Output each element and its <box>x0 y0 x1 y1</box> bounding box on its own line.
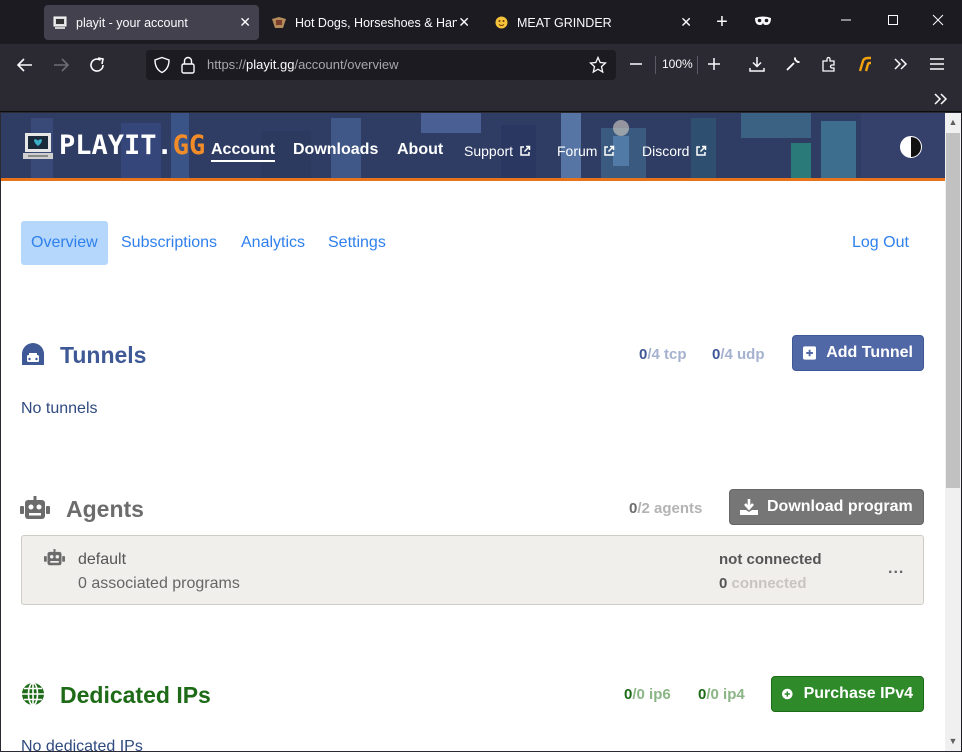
navigation-toolbar: https://playit.gg/account/overview 100% <box>0 44 962 86</box>
divider <box>697 56 698 74</box>
private-mask-icon[interactable] <box>752 12 774 32</box>
site-header: PLAYIT.GG Account Downloads About Suppor… <box>1 113 945 181</box>
download-icon <box>740 499 758 515</box>
emoji-favicon-icon <box>493 15 509 31</box>
extension-addon-icon[interactable] <box>856 55 874 73</box>
tab-meat-grinder[interactable]: MEAT GRINDER ✕ <box>485 5 700 40</box>
tab-analytics[interactable]: Analytics <box>241 221 305 265</box>
tab-hotdogs[interactable]: Hot Dogs, Horseshoes & Hand ✕ <box>263 5 478 40</box>
agents-title: Agents <box>66 496 144 522</box>
globe-icon <box>22 682 44 706</box>
bookmarks-toolbar <box>0 86 962 112</box>
zoom-in-icon[interactable] <box>707 57 721 71</box>
scroll-down-icon[interactable]: ▼ <box>945 736 961 746</box>
no-tunnels-text: No tunnels <box>21 400 98 417</box>
purchase-ipv4-button[interactable]: Purchase IPv4 <box>771 676 924 712</box>
logout-link[interactable]: Log Out <box>852 221 909 265</box>
robot-icon <box>20 496 50 519</box>
agent-card[interactable]: default 0 associated programs not connec… <box>21 535 924 605</box>
nav-forum[interactable]: Forum <box>557 143 615 159</box>
tunnel-icon <box>22 343 44 365</box>
agent-connected: 0 connected <box>719 575 807 592</box>
forward-icon[interactable] <box>52 56 70 74</box>
nav-downloads[interactable]: Downloads <box>293 141 378 159</box>
url-text: https://playit.gg/account/overview <box>207 57 399 72</box>
add-tunnel-button[interactable]: Add Tunnel <box>792 335 924 371</box>
tcp-count: 0/4 tcp <box>639 346 687 363</box>
udp-count: 0/4 udp <box>712 346 765 363</box>
external-link-icon <box>520 145 531 156</box>
tab-title: MEAT GRINDER <box>517 15 612 30</box>
downloads-icon[interactable] <box>748 55 766 73</box>
nav-about[interactable]: About <box>397 141 443 159</box>
tab-playit[interactable]: playit - your account ✕ <box>44 5 259 40</box>
hamburger-menu-icon[interactable] <box>928 55 946 73</box>
tab-settings[interactable]: Settings <box>328 221 386 265</box>
zoom-out-icon[interactable] <box>629 57 643 71</box>
playit-logo-icon <box>23 132 53 159</box>
tunnels-title: Tunnels <box>60 342 147 368</box>
download-program-button[interactable]: Download program <box>729 489 924 525</box>
scroll-thumb[interactable] <box>946 133 960 488</box>
ip6-count: 0/0 ip6 <box>624 686 671 703</box>
page-content: PLAYIT.GG Account Downloads About Suppor… <box>1 113 945 751</box>
plus-circle-icon <box>782 688 793 700</box>
more-options-icon[interactable]: ... <box>888 560 904 578</box>
external-link-icon <box>604 145 615 156</box>
bookmark-star-icon[interactable] <box>589 56 607 74</box>
address-bar[interactable]: https://playit.gg/account/overview <box>146 50 616 80</box>
external-link-icon <box>696 145 707 156</box>
minimize-icon[interactable] <box>838 12 854 32</box>
page-favicon-icon <box>271 15 287 31</box>
close-tab-icon[interactable]: ✕ <box>458 14 470 30</box>
robot-icon <box>44 549 65 566</box>
wrench-icon[interactable] <box>784 55 802 73</box>
agent-status: not connected <box>719 551 822 568</box>
nav-account[interactable]: Account <box>211 141 275 162</box>
nav-support-label: Support <box>464 143 514 159</box>
tab-overview[interactable]: Overview <box>21 221 108 265</box>
divider <box>655 56 656 74</box>
nav-forum-label: Forum <box>557 143 598 159</box>
lock-icon[interactable] <box>180 56 196 74</box>
tab-title: playit - your account <box>76 15 188 30</box>
agent-programs: 0 associated programs <box>78 575 240 592</box>
brand-wordmark: PLAYIT.GG <box>59 130 206 161</box>
dedicated-ips-title: Dedicated IPs <box>60 682 211 708</box>
tab-bar: playit - your account ✕ Hot Dogs, Horses… <box>0 0 962 44</box>
nav-discord-label: Discord <box>642 143 690 159</box>
close-tab-icon[interactable]: ✕ <box>680 14 692 30</box>
page-scrollbar[interactable]: ▲ ▼ <box>945 113 961 751</box>
back-icon[interactable] <box>16 56 34 74</box>
maximize-icon[interactable] <box>885 12 901 32</box>
scroll-up-icon[interactable]: ▲ <box>945 117 961 127</box>
close-tab-icon[interactable]: ✕ <box>239 14 251 30</box>
no-dedicated-ips-text: No dedicated IPs <box>21 738 143 751</box>
nav-discord[interactable]: Discord <box>642 143 707 159</box>
tab-subscriptions[interactable]: Subscriptions <box>121 221 217 265</box>
zoom-level[interactable]: 100% <box>662 57 693 71</box>
ip4-count: 0/0 ip4 <box>698 686 745 703</box>
agent-name: default <box>78 551 127 568</box>
shield-icon[interactable] <box>153 56 171 74</box>
window-close-icon[interactable] <box>929 12 947 32</box>
reload-icon[interactable] <box>88 56 106 74</box>
agents-count: 0/2 agents <box>629 500 703 517</box>
extensions-icon[interactable] <box>820 55 838 73</box>
bookmarks-overflow-icon[interactable] <box>932 90 950 108</box>
computer-favicon-icon <box>52 15 68 31</box>
plus-square-icon <box>803 346 817 360</box>
tab-title: Hot Dogs, Horseshoes & Hand <box>295 15 457 30</box>
overflow-chevron-icon[interactable] <box>892 55 910 73</box>
brand[interactable]: PLAYIT.GG <box>23 130 205 161</box>
new-tab-icon[interactable]: + <box>712 12 732 32</box>
nav-support[interactable]: Support <box>464 143 531 159</box>
theme-toggle-icon[interactable] <box>899 135 923 159</box>
